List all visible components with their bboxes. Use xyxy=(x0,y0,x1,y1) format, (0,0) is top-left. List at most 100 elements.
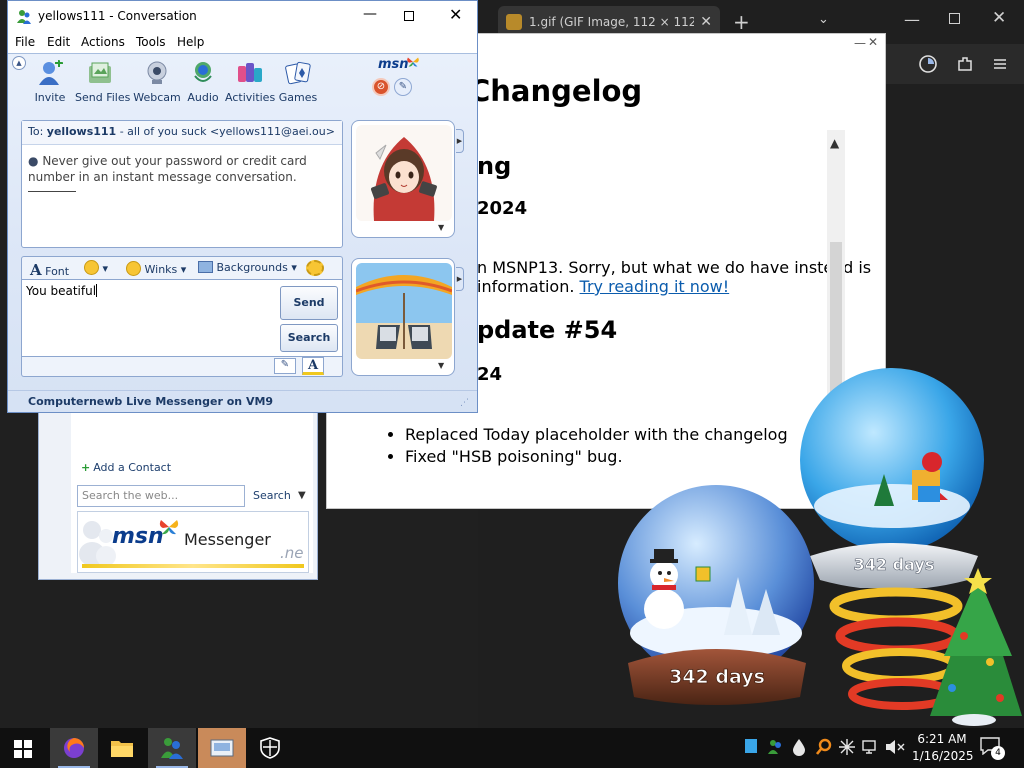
menu-icon[interactable] xyxy=(992,56,1008,72)
taskbar-security[interactable] xyxy=(246,728,294,768)
new-tab-button[interactable]: + xyxy=(733,10,750,34)
send-files-button[interactable]: Send Files xyxy=(75,58,130,104)
maximize-button[interactable] xyxy=(404,11,414,21)
search-button[interactable]: Search xyxy=(280,324,338,352)
menu-tools[interactable]: Tools xyxy=(136,35,166,49)
changelog-paragraph-text: information. xyxy=(477,277,575,296)
font-button[interactable]: A Font xyxy=(30,261,69,279)
message-compose-area[interactable]: You beatiful Send Search xyxy=(21,279,343,357)
browser-maximize-button[interactable] xyxy=(949,13,960,24)
list-item: Fixed "HSB poisoning" bug. xyxy=(405,446,788,468)
add-contact-link[interactable]: + Add a Contact xyxy=(81,461,171,474)
games-button[interactable]: Games xyxy=(273,58,323,104)
tab-close-icon[interactable]: ✕ xyxy=(700,14,712,30)
audio-label: Audio xyxy=(187,91,219,104)
web-search-button[interactable]: Search xyxy=(253,489,291,502)
invite-button[interactable]: Invite xyxy=(25,58,75,104)
msn-messenger-banner[interactable]: msn Messenger .ne xyxy=(77,511,309,573)
handwriting-icon[interactable]: ✎ xyxy=(274,358,296,374)
winks-button[interactable]: Winks ▾ xyxy=(126,261,186,276)
security-notice: ● Never give out your password or credit… xyxy=(28,153,328,192)
chevron-down-icon[interactable]: ▼ xyxy=(298,490,306,501)
resize-grip-icon[interactable]: ⋰ xyxy=(460,398,469,408)
tab-list-button[interactable]: ⌄ xyxy=(818,12,829,27)
audio-button[interactable]: Audio xyxy=(178,58,228,104)
block-icon[interactable]: ⊘ xyxy=(372,78,390,96)
menu-edit[interactable]: Edit xyxy=(47,35,70,49)
conversation-history: To: yellows111 - all of you suck <yellow… xyxy=(21,120,343,248)
web-search-input[interactable]: Search the web... xyxy=(77,485,245,507)
browser-close-button[interactable]: ✕ xyxy=(992,8,1006,28)
messenger-label: Messenger xyxy=(184,530,271,549)
messenger-contact-list-window: + Add a Contact Search the web... Search … xyxy=(38,396,318,580)
msn-logo: msn xyxy=(112,524,164,549)
changelog-link[interactable]: Try reading it now! xyxy=(580,277,730,296)
security-icon xyxy=(260,737,280,759)
tray-volume-muted-icon[interactable] xyxy=(885,738,905,756)
notification-badge: 4 xyxy=(991,746,1005,760)
notification-center-button[interactable]: 4 xyxy=(980,737,1005,760)
snow-globe-big[interactable]: 342 days xyxy=(614,485,820,705)
clock-icon[interactable] xyxy=(918,54,938,74)
taskbar-firefox[interactable] xyxy=(50,728,98,768)
contact-display-picture[interactable]: ▼ ▶ xyxy=(351,120,464,238)
changelog-update-date: 24 xyxy=(477,364,503,385)
changelog-minimize-button[interactable]: — xyxy=(854,36,866,50)
menu-file[interactable]: File xyxy=(15,35,35,49)
minimize-button[interactable]: — xyxy=(363,6,377,22)
messenger-buddy-icon xyxy=(17,10,31,24)
smiley-icon xyxy=(84,260,99,275)
tray-messenger-icon[interactable] xyxy=(766,738,784,756)
chevron-right-icon[interactable]: ▶ xyxy=(456,267,464,291)
tray-clock[interactable]: 6:21 AM 1/16/2025 xyxy=(912,731,974,765)
menu-help[interactable]: Help xyxy=(177,35,204,49)
christmas-tree-decoration xyxy=(829,568,1022,726)
tray-droplet-icon[interactable] xyxy=(792,738,806,756)
backgrounds-button[interactable]: Backgrounds ▾ xyxy=(198,261,297,274)
contact-avatar xyxy=(356,125,452,221)
contact-detail: - all of you suck <yellows111@aei.ou> xyxy=(116,125,335,138)
close-button[interactable]: ✕ xyxy=(449,5,462,24)
snow-globe-small[interactable]: 342 days xyxy=(796,366,992,588)
tray-snowflake-icon[interactable] xyxy=(838,738,856,756)
extensions-icon[interactable] xyxy=(956,55,974,73)
days-counter-big: 342 days xyxy=(669,666,765,688)
activities-button[interactable]: Activities xyxy=(225,58,275,104)
display-options-icon[interactable]: ✎ xyxy=(394,78,412,96)
windows-start-icon[interactable] xyxy=(14,740,32,758)
emoticon-button[interactable]: ▾ xyxy=(84,260,108,275)
conversation-titlebar[interactable]: yellows111 - Conversation — ✕ xyxy=(8,1,477,33)
taskbar-image-viewer[interactable] xyxy=(198,728,246,768)
send-button[interactable]: Send xyxy=(280,286,338,320)
tray-network-icon[interactable] xyxy=(862,738,880,756)
status-bar: Computernewb Live Messenger on VM9 xyxy=(8,390,477,412)
browser-minimize-button[interactable]: — xyxy=(904,10,920,29)
clock-date: 1/16/2025 xyxy=(912,749,974,763)
taskbar: 6:21 AM 1/16/2025 4 xyxy=(0,728,1024,768)
notice-divider xyxy=(28,191,76,192)
scroll-up-icon[interactable]: ▲ xyxy=(830,136,839,150)
chevron-right-icon[interactable]: ▶ xyxy=(456,129,464,153)
my-display-picture[interactable]: ▼ ▶ xyxy=(351,258,464,376)
nudge-button[interactable] xyxy=(306,260,324,276)
chevron-down-icon[interactable]: ▼ xyxy=(438,361,444,370)
tray-search-icon[interactable] xyxy=(816,738,832,756)
invite-label: Invite xyxy=(34,91,66,104)
net-label: .ne xyxy=(280,544,304,562)
text-mode-icon[interactable]: A xyxy=(302,357,324,375)
security-notice-text: Never give out your password or credit c… xyxy=(28,154,307,184)
message-text: You beatiful xyxy=(26,284,97,298)
message-input[interactable]: You beatiful xyxy=(26,284,98,298)
toolbar-collapse-icon[interactable]: ▲ xyxy=(12,56,26,70)
webcam-icon xyxy=(147,61,167,84)
menu-actions[interactable]: Actions xyxy=(81,35,125,49)
changelog-close-button[interactable]: ✕ xyxy=(868,35,878,49)
image-viewer-icon xyxy=(210,739,234,757)
messenger-icon xyxy=(161,738,183,759)
taskbar-messenger[interactable] xyxy=(148,728,196,768)
tray-app-icon[interactable] xyxy=(745,739,757,753)
taskbar-file-explorer[interactable] xyxy=(98,728,146,768)
chevron-down-icon[interactable]: ▼ xyxy=(438,223,444,232)
webcam-button[interactable]: Webcam xyxy=(132,58,182,104)
add-icon: + xyxy=(81,461,91,474)
